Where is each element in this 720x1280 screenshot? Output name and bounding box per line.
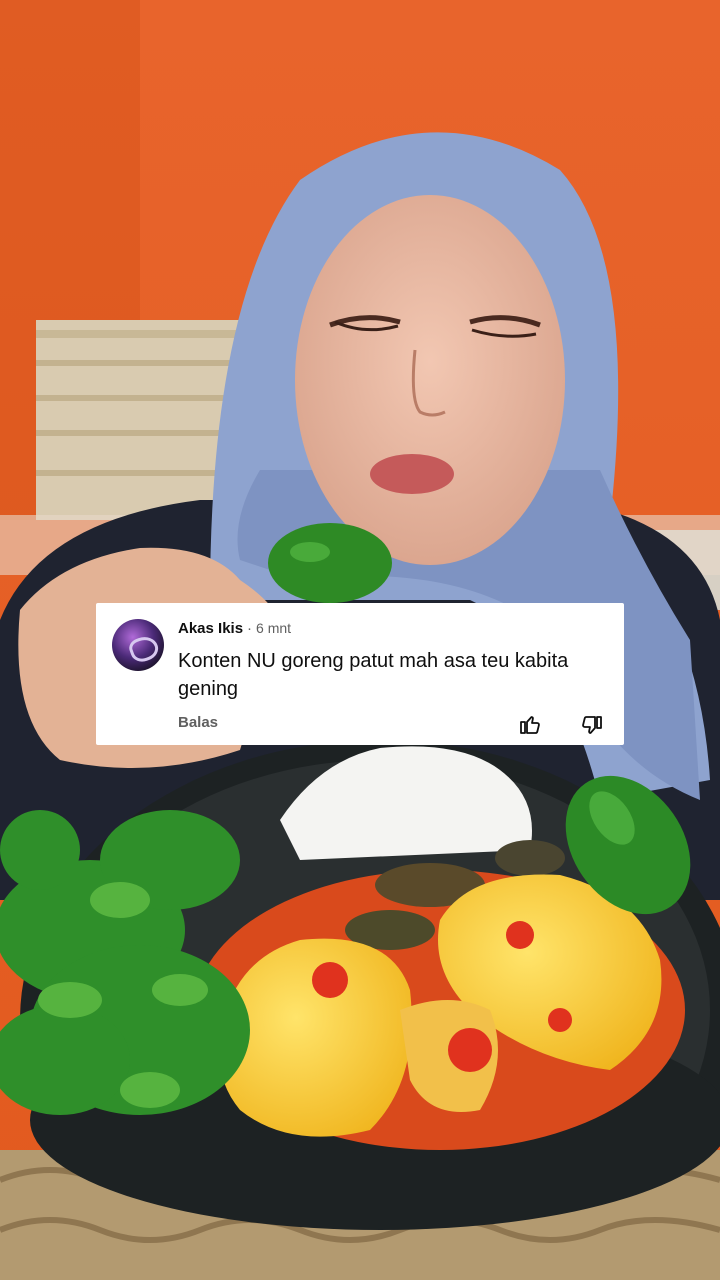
green-pepper-held <box>268 523 392 603</box>
lips <box>370 454 454 494</box>
comment-card: Akas Ikis · 6 mnt Konten NU goreng patut m… <box>96 603 624 745</box>
avatar[interactable] <box>112 619 164 671</box>
comment-text: Konten NU goreng patut mah asa teu kabit… <box>178 650 569 700</box>
reply-button[interactable]: Balas <box>178 714 218 731</box>
comment-author[interactable]: Akas Ikis <box>178 620 243 637</box>
face <box>295 195 565 565</box>
thumbs-down-icon[interactable] <box>579 714 605 738</box>
meta-separator: · <box>247 620 253 637</box>
thumbs-up-icon[interactable] <box>517 712 543 736</box>
comment-meta: Akas Ikis · 6 mnt <box>178 619 291 638</box>
comment-time: 6 mnt <box>256 620 292 636</box>
